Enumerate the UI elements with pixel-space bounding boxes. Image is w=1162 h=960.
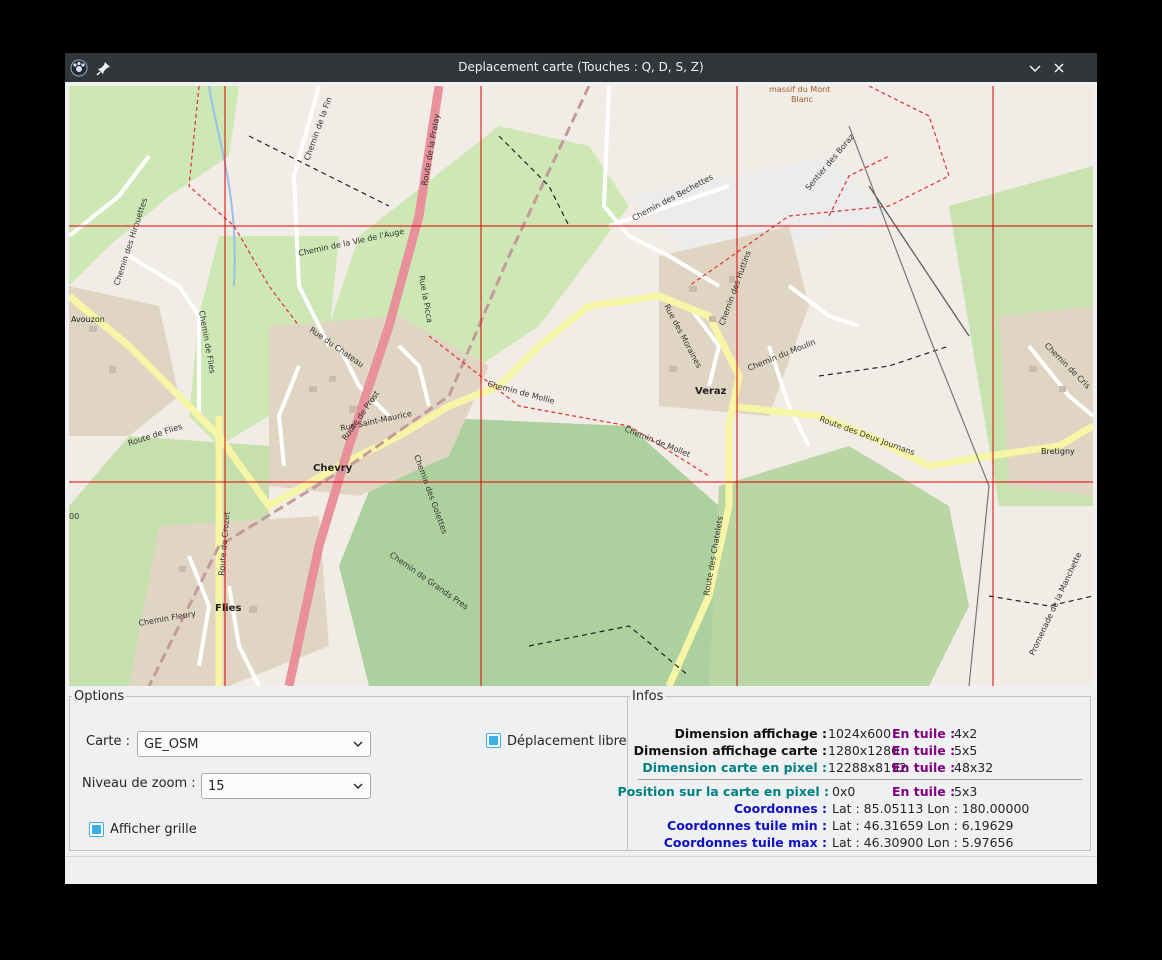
position-tile-key: En tuile : [892, 784, 956, 799]
infos-legend: Infos [632, 689, 664, 704]
coords-max-key: Coordonnes tuile max : [663, 835, 827, 850]
chevron-down-icon [353, 741, 363, 747]
carte-select-value: GE_OSM [144, 737, 199, 752]
place-label: Bretigny [1041, 447, 1075, 456]
info-key: Dimension affichage : [674, 726, 827, 741]
place-label: Blanc [791, 95, 813, 104]
free-move-label[interactable]: Déplacement libre [507, 734, 627, 749]
map-view[interactable]: Chevry Veraz Flies Avouzon Bretigny mass… [69, 86, 1093, 686]
zoom-select-value: 15 [208, 779, 225, 794]
carte-select[interactable]: GE_OSM [137, 731, 371, 757]
coords-value: Lat : 85.05113 Lon : 180.00000 [832, 801, 1030, 816]
info-tile-key: En tuile : [892, 760, 956, 775]
window-title: Deplacement carte (Touches : Q, D, S, Z) [458, 60, 704, 74]
coords-min-key: Coordonnes tuile min : [667, 818, 827, 833]
status-bar [65, 856, 1097, 884]
chevron-down-icon [353, 783, 363, 789]
coords-max-value: Lat : 46.30900 Lon : 5.97656 [832, 835, 1014, 850]
carte-label: Carte : [86, 734, 130, 749]
place-label: Avouzon [71, 315, 105, 324]
options-legend: Options [74, 689, 125, 704]
show-grid-checkbox[interactable] [89, 822, 104, 837]
info-separator [638, 779, 1082, 780]
info-key: Dimension carte en pixel : [642, 760, 827, 775]
info-tile-value: 48x32 [954, 760, 994, 775]
zoom-select[interactable]: 15 [201, 773, 371, 799]
coords-min-value: Lat : 46.31659 Lon : 6.19629 [832, 818, 1014, 833]
info-key: Dimension affichage carte : [633, 743, 827, 758]
info-tile-key: En tuile : [892, 726, 956, 741]
title-bar: Deplacement carte (Touches : Q, D, S, Z) [65, 53, 1097, 82]
checkmark-icon [92, 825, 101, 834]
info-tile-key: En tuile : [892, 743, 956, 758]
checkmark-icon [489, 736, 498, 745]
place-label: massif du Mont [769, 86, 830, 94]
position-value: 0x0 [832, 784, 856, 799]
info-tile-value: 4x2 [954, 726, 978, 741]
app-window: Deplacement carte (Touches : Q, D, S, Z) [65, 53, 1097, 884]
zoom-label: Niveau de zoom : [82, 776, 196, 791]
place-label: Veraz [695, 386, 727, 397]
free-move-checkbox[interactable] [486, 733, 501, 748]
place-label: Flies [215, 603, 241, 614]
place-label: Chevry [313, 463, 353, 474]
info-tile-value: 5x5 [954, 743, 978, 758]
village-bretigny [999, 306, 1093, 496]
position-key: Position sur la carte en pixel : [617, 784, 829, 799]
infos-group: Infos Dimension affichage : 1024x600 En … [618, 689, 1091, 851]
options-group: Options Carte : GE_OSM Niveau de zoom : … [69, 689, 628, 851]
map-edge-label: 00 [69, 512, 79, 521]
minimize-chevron-icon[interactable] [1025, 58, 1045, 78]
bottom-panel: Options Carte : GE_OSM Niveau de zoom : … [69, 689, 1093, 853]
position-tile-value: 5x3 [954, 784, 978, 799]
coords-key: Coordonnes : [733, 801, 827, 816]
info-value: 1024x600 [828, 726, 892, 741]
show-grid-label[interactable]: Afficher grille [110, 822, 197, 837]
info-value: 1280x1280 [828, 743, 900, 758]
close-icon[interactable] [1049, 58, 1069, 78]
